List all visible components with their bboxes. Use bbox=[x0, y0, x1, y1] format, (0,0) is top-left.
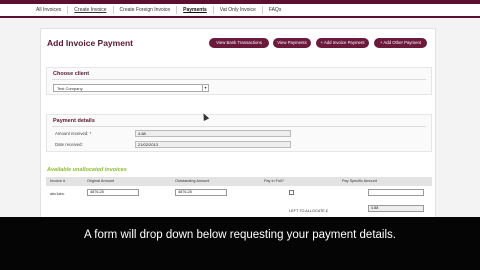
add-invoice-payment-button[interactable]: + Add Invoice Payment bbox=[316, 38, 369, 48]
payment-details-section: Payment details Amount received: * 4.88 … bbox=[46, 114, 432, 152]
view-payments-button[interactable]: View Payments bbox=[273, 38, 311, 48]
amount-received-input[interactable]: 4.88 bbox=[135, 130, 291, 137]
screen: All Invoices Create Invoice Create Forei… bbox=[0, 0, 480, 270]
nav-faqs[interactable]: FAQs bbox=[263, 6, 288, 14]
payment-details-title: Payment details bbox=[53, 118, 95, 124]
chevron-down-icon[interactable]: ▾ bbox=[202, 85, 208, 91]
nav-items: All Invoices Create Invoice Create Forei… bbox=[30, 4, 287, 16]
top-navigation: All Invoices Create Invoice Create Forei… bbox=[0, 0, 480, 18]
choose-client-title: Choose client bbox=[53, 71, 90, 77]
outstanding-amount-field: 4876.28 bbox=[175, 189, 227, 196]
amount-received-label: Amount received: * bbox=[55, 131, 92, 136]
page-title: Add Invoice Payment bbox=[47, 38, 133, 48]
col-original-amount: Original Amount bbox=[87, 179, 115, 183]
col-pay-specific-amount: Pay Specific Amount bbox=[342, 179, 377, 183]
unallocated-invoices-title: Available unallocated invoices bbox=[47, 167, 127, 173]
nav-payments[interactable]: Payments bbox=[177, 6, 214, 14]
pay-in-full-checkbox[interactable] bbox=[289, 190, 294, 195]
col-pay-in-full: Pay in Full? bbox=[264, 179, 284, 183]
nav-create-invoice[interactable]: Create Invoice bbox=[68, 6, 114, 14]
left-to-allocate-value: 4.88 bbox=[368, 205, 424, 212]
client-select-value: Test Company bbox=[57, 86, 83, 91]
main-panel: Add Invoice Payment View Bank Transactio… bbox=[40, 28, 436, 224]
video-caption: A form will drop down below requesting y… bbox=[84, 229, 396, 241]
date-received-label: Date received: bbox=[55, 142, 83, 147]
col-invoice-number: Invoice # bbox=[50, 179, 66, 183]
nav-create-foreign-invoice[interactable]: Create Foreign Invoice bbox=[114, 6, 178, 14]
choose-client-section: Choose client Test Company ▾ bbox=[46, 67, 432, 95]
view-bank-transactions-button[interactable]: View Bank Transactions bbox=[209, 38, 269, 48]
original-amount-field: 4876.28 bbox=[87, 189, 139, 196]
divider bbox=[52, 79, 426, 80]
date-received-input[interactable]: 21/02/2013 bbox=[135, 141, 291, 148]
nav-all-invoices[interactable]: All Invoices bbox=[30, 6, 69, 14]
invoice-table-header: Invoice # Original Amount Outstanding Am… bbox=[46, 177, 432, 186]
nav-vat-only-invoice[interactable]: Vat Only Invoice bbox=[214, 6, 263, 14]
left-to-allocate-label: LEFT TO ALLOCATE £ bbox=[289, 209, 328, 213]
col-outstanding-amount: Outstanding Amount bbox=[175, 179, 210, 183]
add-other-payment-button[interactable]: + Add Other Payment bbox=[374, 38, 427, 48]
client-select[interactable]: Test Company ▾ bbox=[53, 84, 209, 92]
pay-specific-amount-input[interactable] bbox=[368, 189, 424, 196]
divider bbox=[52, 126, 426, 127]
invoice-number[interactable]: abc1abc bbox=[50, 192, 64, 196]
caption-band bbox=[0, 217, 480, 270]
